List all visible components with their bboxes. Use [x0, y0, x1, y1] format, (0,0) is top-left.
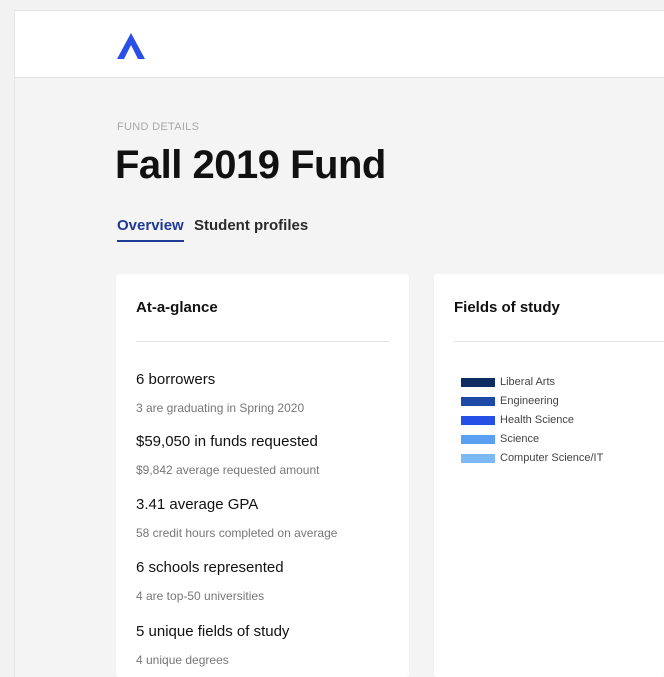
stat-head: 5 unique fields of study: [136, 623, 290, 640]
fields-of-study-card: Fields of study Liberal Arts Engineering…: [434, 274, 664, 677]
stat-head: 3.41 average GPA: [136, 496, 259, 513]
stat-head: 6 schools represented: [136, 559, 284, 576]
page-eyebrow: FUND DETAILS: [117, 121, 200, 133]
tab-overview[interactable]: Overview: [117, 217, 184, 242]
stat-fields-of-study: 5 unique fields of study 4 unique degree…: [136, 623, 289, 667]
page-title: Fall 2019 Fund: [115, 143, 386, 187]
legend-label: Engineering: [500, 395, 559, 407]
legend-swatch: [461, 378, 495, 387]
legend-swatch: [461, 435, 495, 444]
legend-label: Liberal Arts: [500, 376, 556, 388]
legend-swatch: [461, 397, 495, 406]
stat-sub: 4 are top-50 universities: [136, 589, 265, 603]
top-navbar: [15, 11, 664, 78]
stat-sub: 4 unique degrees: [136, 653, 229, 667]
stat-sub: 3 are graduating in Spring 2020: [136, 401, 305, 415]
stat-head: 6 borrowers: [136, 371, 216, 388]
stat-average-gpa: 3.41 average GPA 58 credit hours complet…: [136, 496, 337, 540]
legend-swatch: [461, 454, 495, 463]
stat-funds-requested: $59,050 in funds requested $9,842 averag…: [136, 433, 319, 477]
stat-sub: 58 credit hours completed on average: [136, 526, 338, 540]
legend-label: Computer Science/IT: [500, 452, 604, 464]
legend-label: Science: [500, 433, 540, 445]
card-divider: [136, 341, 389, 342]
stat-schools: 6 schools represented 4 are top-50 unive…: [136, 559, 284, 603]
stat-head: $59,050 in funds requested: [136, 433, 318, 450]
at-a-glance-title: At-a-glance: [136, 299, 218, 316]
chevron-up-logo-icon[interactable]: [117, 33, 145, 59]
card-divider: [454, 341, 664, 342]
stat-borrowers: 6 borrowers 3 are graduating in Spring 2…: [136, 371, 304, 415]
legend-swatch: [461, 416, 495, 425]
at-a-glance-card: At-a-glance 6 borrowers 3 are graduating…: [116, 274, 409, 677]
legend-label: Health Science: [500, 414, 574, 426]
app-frame: FUND DETAILS Fall 2019 Fund Overview Stu…: [14, 10, 664, 677]
tab-student-profiles[interactable]: Student profiles: [194, 217, 308, 234]
fields-of-study-title: Fields of study: [454, 299, 560, 316]
stat-sub: $9,842 average requested amount: [136, 463, 320, 477]
